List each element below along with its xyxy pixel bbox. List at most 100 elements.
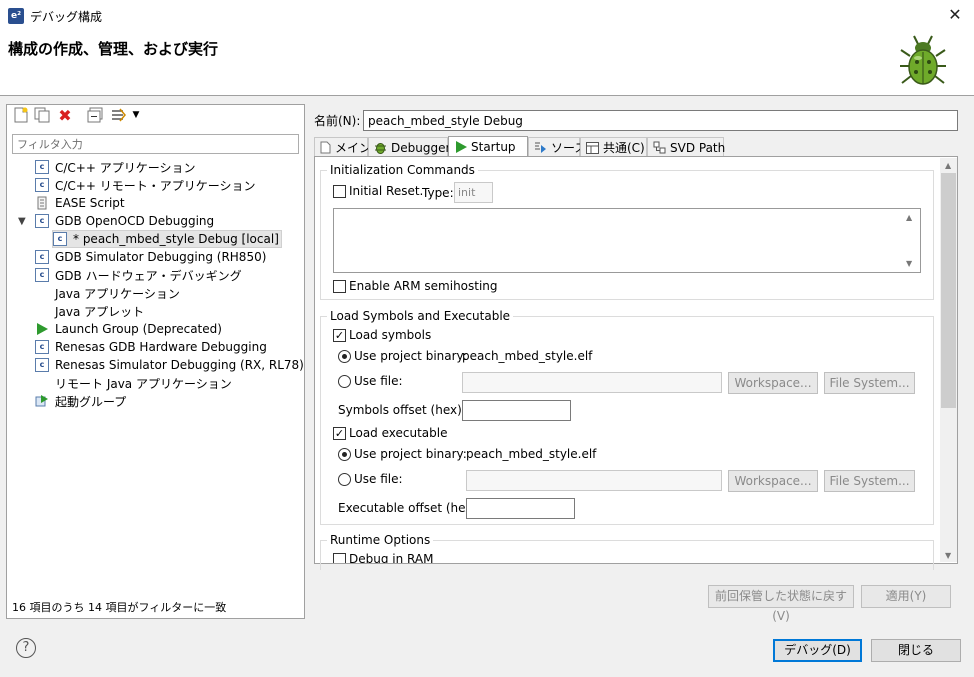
textarea-scroll-up-icon[interactable]: ▲ [906,213,912,222]
tree-item-label: Renesas Simulator Debugging (RX, RL78) [55,358,304,372]
blank-icon [35,286,49,300]
c-app-icon: c [35,340,49,354]
main-icon [320,141,331,154]
c-app-icon: c [35,268,49,282]
tree-item-java-applet[interactable]: Java アプレット [35,302,144,320]
debug-in-ram-checkbox[interactable] [333,553,346,563]
executable-offset-input[interactable] [466,498,575,519]
load-symbols-label: Load symbols [349,328,432,342]
debug-in-ram-label: Debug in RAM [349,552,434,563]
c-app-icon: c [35,250,49,264]
enable-semihosting-label: Enable ARM semihosting [349,279,498,293]
symbols-offset-input[interactable] [462,400,571,421]
tree-item-label: Java アプレット [55,304,145,319]
filter-input[interactable] [12,134,299,154]
close-button[interactable]: 閉じる [871,639,961,662]
apply-button[interactable]: 適用(Y) [861,585,951,608]
tab-svd-path[interactable]: SVD Path [647,137,725,157]
scrollbar-thumb[interactable] [941,173,956,408]
c-app-icon: c [35,160,49,174]
init-commands-title: Initialization Commands [327,163,478,177]
reset-type-input[interactable]: init [454,182,493,203]
tree-item-launch-group-jp[interactable]: 起動グループ [35,392,126,410]
scroll-down-icon[interactable]: ▼ [945,551,951,560]
tree-item-gdb-simulator[interactable]: c GDB Simulator Debugging (RH850) [35,248,266,266]
use-project-binary-label: Use project binary: [354,447,467,461]
use-file-label: Use file: [354,472,403,486]
scroll-up-icon[interactable]: ▲ [945,161,951,170]
tree-item-gdb-hardware[interactable]: c GDB ハードウェア・デバッギング [35,266,242,284]
tree-item-c-app[interactable]: c C/C++ アプリケーション [35,158,196,176]
filter-menu-chevron-down-icon[interactable]: ▼ [130,106,142,124]
tree-item-label: Java アプリケーション [55,286,180,301]
debug-button[interactable]: デバッグ(D) [773,639,862,662]
symbols-use-file-radio[interactable] [338,375,351,388]
tree-item-c-remote-app[interactable]: c C/C++ リモート・アプリケーション [35,176,256,194]
tree-item-renesas-simulator[interactable]: c Renesas Simulator Debugging (RX, RL78) [35,356,304,374]
load-executable-label: Load executable [349,426,448,440]
initial-reset-label: Initial Reset. [349,184,424,198]
exec-use-file-radio[interactable] [338,473,351,486]
help-icon[interactable]: ? [16,638,36,658]
tree-item-java-app[interactable]: Java アプリケーション [35,284,180,302]
symbols-use-project-binary-radio[interactable] [338,350,351,363]
config-name-input[interactable] [363,110,958,131]
app-icon: e² [8,8,24,24]
new-config-icon[interactable] [12,106,30,124]
tree-item-ease-script[interactable]: EASE Script [35,194,125,212]
load-executable-checkbox[interactable]: ✓ [333,427,346,440]
tab-bar: メイン Debugger Startup ソース 共通(C) SVD Path [314,136,958,157]
textarea-scroll-down-icon[interactable]: ▼ [906,259,912,268]
tab-source[interactable]: ソース [528,137,586,157]
symbols-offset-label: Symbols offset (hex): [338,403,466,417]
debugger-icon [374,141,387,154]
c-app-icon: c [35,178,49,192]
tree-item-gdb-openocd[interactable]: c GDB OpenOCD Debugging [35,212,214,230]
executable-file-input[interactable] [466,470,722,491]
c-app-icon: c [35,214,49,228]
tree-item-remote-java[interactable]: リモート Java アプリケーション [35,374,232,392]
tree-item-label: C/C++ アプリケーション [55,160,196,175]
close-window-button[interactable]: ✕ [940,4,970,26]
expand-chevron-down-icon[interactable]: ▼ [18,216,26,227]
tab-debugger[interactable]: Debugger [368,137,450,157]
tree-item-label: GDB ハードウェア・デバッギング [55,268,242,283]
load-symbols-checkbox[interactable]: ✓ [333,329,346,342]
symbols-binary-value: peach_mbed_style.elf [462,349,593,363]
exec-use-project-binary-radio[interactable] [338,448,351,461]
group-launch-icon [35,394,49,408]
type-label: Type: [422,186,454,200]
tree-item-label: リモート Java アプリケーション [55,376,232,391]
blank-icon [35,304,49,318]
tree-item-renesas-gdb-hw[interactable]: c Renesas GDB Hardware Debugging [35,338,267,356]
load-symbols-group [320,316,934,525]
symbols-workspace-button[interactable]: Workspace... [728,372,818,394]
initial-reset-checkbox[interactable] [333,185,346,198]
tree-item-peach-mbed-debug[interactable]: c * peach_mbed_style Debug [local] [52,230,282,248]
tree-item-label: 起動グループ [55,394,127,409]
symbols-file-input[interactable] [462,372,722,393]
title-bar [0,0,974,31]
revert-button[interactable]: 前回保管した状態に戻す(V) [708,585,854,623]
collapse-all-icon[interactable] [86,106,104,124]
tree-item-label: GDB Simulator Debugging (RH850) [55,250,267,264]
launch-icon [35,322,49,336]
script-icon [35,196,49,210]
duplicate-icon[interactable] [33,106,51,124]
exec-workspace-button[interactable]: Workspace... [728,470,818,492]
tab-startup[interactable]: Startup [448,136,528,157]
tab-common[interactable]: 共通(C) [580,137,647,157]
init-commands-textarea[interactable] [333,208,921,273]
delete-icon[interactable]: ✖ [56,106,74,125]
tab-main[interactable]: メイン [314,137,371,157]
common-icon [586,141,599,154]
runtime-options-title: Runtime Options [327,533,434,547]
symbols-filesystem-button[interactable]: File System... [824,372,915,394]
tree-item-launch-group[interactable]: Launch Group (Deprecated) [35,320,222,338]
tree-item-label: C/C++ リモート・アプリケーション [55,178,256,193]
c-app-icon: c [35,358,49,372]
filter-icon[interactable] [110,106,128,124]
blank-icon [35,376,49,390]
enable-semihosting-checkbox[interactable] [333,280,346,293]
exec-filesystem-button[interactable]: File System... [824,470,915,492]
